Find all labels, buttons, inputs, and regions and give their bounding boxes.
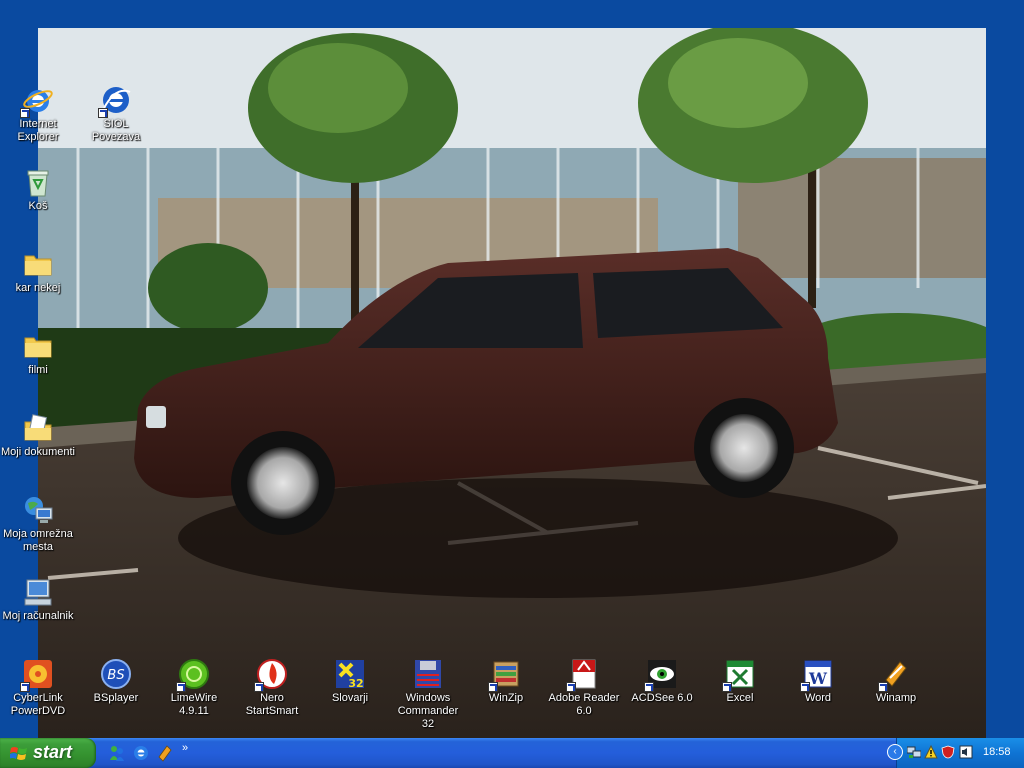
quick-launch-winamp[interactable] bbox=[156, 744, 174, 762]
desktop-icon-winzip[interactable]: WinZip bbox=[468, 658, 544, 705]
icon-label: WinZip bbox=[488, 692, 524, 704]
icon-label: Moja omrežna mesta bbox=[3, 528, 73, 553]
icon-label: Windows Commander 32 bbox=[397, 692, 459, 730]
desktop-icon-network-places[interactable]: Moja omrežna mesta bbox=[0, 494, 76, 554]
desktop-icon-folder-kar-nekej[interactable]: kar nekej bbox=[0, 248, 76, 295]
excel-icon bbox=[722, 658, 756, 692]
icon-label: SIOL Povezava bbox=[91, 118, 141, 143]
desktop-icon-acdsee[interactable]: ACDSee 6.0 bbox=[624, 658, 700, 705]
icon-label: LimeWire 4.9.11 bbox=[170, 692, 218, 717]
slovarji-icon: 32 bbox=[334, 658, 366, 690]
folder-icon bbox=[22, 330, 54, 362]
icon-label: Moj računalnik bbox=[2, 610, 74, 622]
taskbar: start » ‹ 18:58 bbox=[0, 738, 1024, 768]
internet-explorer-icon bbox=[20, 84, 54, 118]
security-alert-icon[interactable] bbox=[924, 745, 938, 759]
acdsee-icon bbox=[644, 658, 678, 692]
desktop-wallpaper bbox=[38, 28, 986, 738]
icon-label: Internet Explorer bbox=[17, 118, 59, 143]
winzip-icon bbox=[488, 658, 522, 692]
desktop-icon-excel[interactable]: Excel bbox=[702, 658, 778, 705]
my-documents-icon bbox=[22, 412, 54, 444]
desktop-icon-recycle-bin[interactable]: Koš bbox=[0, 166, 76, 213]
quick-launch-msn[interactable] bbox=[108, 744, 126, 762]
desktop-icon-windows-commander[interactable]: Windows Commander 32 bbox=[390, 658, 466, 731]
word-icon: W bbox=[800, 658, 834, 692]
icon-label: filmi bbox=[28, 364, 48, 376]
quick-launch-more-button[interactable]: » bbox=[182, 742, 188, 754]
internet-explorer-icon bbox=[134, 746, 148, 760]
icon-label: Koš bbox=[28, 200, 48, 212]
desktop-icon-my-documents[interactable]: Moji dokumenti bbox=[0, 412, 76, 459]
icon-label: Excel bbox=[726, 692, 754, 704]
desktop-icon-folder-filmi[interactable]: filmi bbox=[0, 330, 76, 377]
start-button[interactable]: start bbox=[0, 738, 96, 768]
clock: 18:58 bbox=[983, 746, 1011, 758]
icon-label: kar nekej bbox=[15, 282, 61, 294]
icon-label: ACDSee 6.0 bbox=[631, 692, 693, 704]
quick-launch-internet-explorer[interactable] bbox=[132, 744, 150, 762]
limewire-icon bbox=[176, 658, 210, 692]
my-computer-icon bbox=[22, 576, 54, 608]
icon-label: Nero StartSmart bbox=[245, 692, 299, 717]
desktop-icon-bsplayer[interactable]: BS BSplayer bbox=[78, 658, 154, 705]
volume-icon[interactable] bbox=[959, 745, 973, 759]
recycle-bin-icon bbox=[22, 166, 54, 198]
network-places-icon bbox=[22, 494, 54, 526]
start-label: start bbox=[33, 742, 73, 762]
msn-messenger-icon bbox=[110, 746, 124, 761]
winamp-icon bbox=[158, 745, 172, 762]
windows-commander-icon bbox=[412, 658, 444, 690]
bsplayer-icon: BS bbox=[100, 658, 132, 690]
desktop-icon-winamp[interactable]: Winamp bbox=[858, 658, 934, 705]
nero-icon bbox=[254, 658, 288, 692]
shield-icon[interactable] bbox=[941, 745, 955, 759]
windows-flag-icon bbox=[10, 747, 27, 760]
desktop-icon-slovarji[interactable]: 32 Slovarji bbox=[312, 658, 388, 705]
icon-label: Slovarji bbox=[331, 692, 369, 704]
desktop-icon-powerdvd[interactable]: CyberLink PowerDVD bbox=[0, 658, 76, 718]
desktop-icon-limewire[interactable]: LimeWire 4.9.11 bbox=[156, 658, 232, 718]
desktop-icon-siol-povezava[interactable]: SIOL Povezava bbox=[78, 84, 154, 144]
icon-label: Winamp bbox=[875, 692, 917, 704]
icon-label: BSplayer bbox=[93, 692, 139, 704]
desktop-icon-internet-explorer[interactable]: Internet Explorer bbox=[0, 84, 76, 144]
icon-label: Word bbox=[804, 692, 832, 704]
icon-label: Moji dokumenti bbox=[1, 446, 75, 458]
svg-text:BS: BS bbox=[107, 668, 124, 683]
icon-label: Adobe Reader 6.0 bbox=[548, 692, 620, 717]
svg-text:32: 32 bbox=[348, 677, 363, 690]
icon-label: CyberLink PowerDVD bbox=[10, 692, 66, 717]
siol-connection-icon bbox=[98, 84, 132, 118]
desktop-icon-adobe-reader[interactable]: Adobe Reader 6.0 bbox=[546, 658, 622, 718]
network-connection-icon[interactable] bbox=[907, 745, 921, 759]
powerdvd-icon bbox=[20, 658, 54, 692]
tray-expand-button[interactable]: ‹ bbox=[887, 744, 903, 760]
folder-icon bbox=[22, 248, 54, 280]
winamp-icon bbox=[878, 658, 912, 692]
desktop-icon-word[interactable]: W Word bbox=[780, 658, 856, 705]
svg-text:W: W bbox=[808, 669, 828, 688]
system-tray: ‹ 18:58 bbox=[887, 738, 1024, 768]
desktop-icon-nero[interactable]: Nero StartSmart bbox=[234, 658, 310, 718]
adobe-reader-icon bbox=[566, 658, 600, 692]
desktop-icon-my-computer[interactable]: Moj računalnik bbox=[0, 576, 76, 623]
